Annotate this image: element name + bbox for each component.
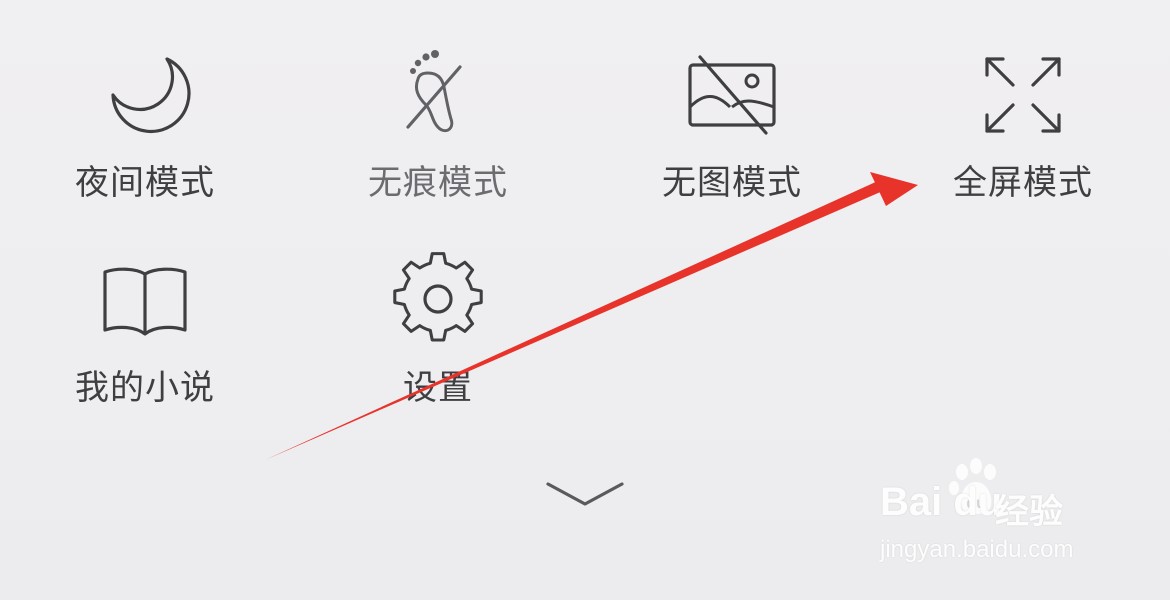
- baidu-jingyan-watermark: du Bai du 经验 jingyan.baidu.com: [880, 458, 1110, 578]
- settings-label: 设置: [403, 368, 473, 408]
- chevron-down-icon[interactable]: [540, 470, 630, 520]
- my-novels-label: 我的小说: [75, 368, 215, 408]
- fullscreen-mode-button[interactable]: 全屏模式: [903, 45, 1143, 235]
- my-novels-button[interactable]: 我的小说: [25, 250, 265, 440]
- footprint-crossed-icon: [406, 50, 462, 133]
- watermark-brand: Bai du: [880, 480, 1003, 524]
- open-book-icon: [103, 267, 187, 336]
- moon-icon: [111, 57, 191, 133]
- fullscreen-mode-label: 全屏模式: [953, 163, 1093, 203]
- night-mode-label: 夜间模式: [75, 163, 215, 203]
- fullscreen-expand-icon: [985, 57, 1061, 133]
- watermark-product: 经验: [995, 492, 1063, 532]
- gear-icon: [393, 252, 483, 342]
- no-image-mode-button[interactable]: 无图模式: [612, 45, 852, 235]
- image-crossed-icon: [688, 55, 776, 135]
- quick-menu-panel: 夜间模式 无痕模式 无图模式 全屏模式 我的小说 设置 du Bai du 经验…: [0, 0, 1170, 600]
- settings-button[interactable]: 设置: [318, 250, 558, 440]
- night-mode-button[interactable]: 夜间模式: [25, 45, 265, 235]
- no-image-mode-label: 无图模式: [662, 163, 802, 203]
- watermark-url: jingyan.baidu.com: [880, 536, 1074, 563]
- incognito-mode-button[interactable]: 无痕模式: [318, 45, 558, 235]
- incognito-mode-label: 无痕模式: [368, 163, 508, 203]
